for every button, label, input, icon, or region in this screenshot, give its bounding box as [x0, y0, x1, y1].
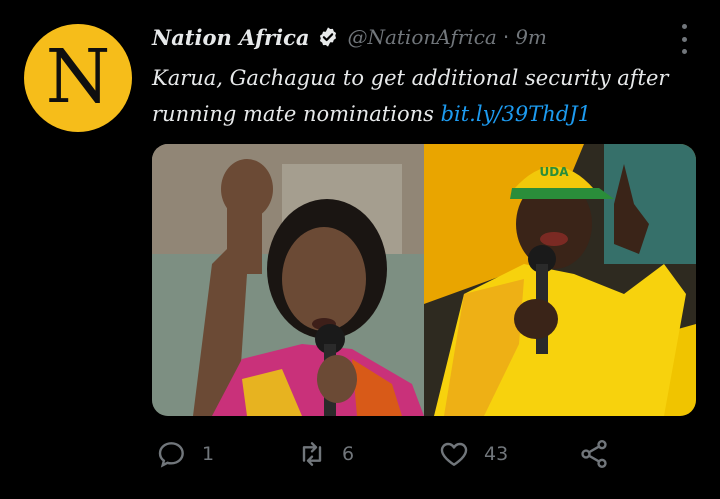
right-photo-illustration: UDA	[424, 144, 696, 416]
account-name[interactable]: Nation Africa	[152, 25, 309, 50]
cap-logo-text: UDA	[540, 165, 570, 179]
reply-icon	[158, 442, 184, 468]
left-photo-woman-speaking[interactable]	[152, 144, 424, 416]
tweet-link[interactable]: bit.ly/39ThdJ1	[441, 102, 591, 126]
like-button[interactable]: 43	[438, 434, 508, 474]
tweet-timestamp[interactable]: 9m	[515, 25, 547, 49]
tweet-actions: 1 6 43	[152, 434, 672, 474]
tweet-text: Karua, Gachagua to get additional securi…	[152, 60, 672, 132]
retweet-button[interactable]: 6	[296, 434, 354, 474]
retweet-icon	[302, 442, 322, 466]
tweet-header: Nation Africa @NationAfrica · 9m	[152, 22, 660, 52]
heart-icon	[440, 442, 468, 466]
avatar-letter: N	[45, 34, 111, 120]
left-photo-illustration	[152, 144, 424, 416]
more-options-icon[interactable]	[678, 24, 690, 54]
reply-button[interactable]: 1	[156, 434, 214, 474]
separator-dot: ·	[502, 25, 510, 49]
right-photo-man-speaking[interactable]: UDA	[424, 144, 696, 416]
tweet-media[interactable]: UDA	[152, 144, 696, 416]
share-icon	[581, 440, 607, 468]
avatar[interactable]: N	[24, 24, 132, 132]
share-button[interactable]	[578, 434, 610, 474]
retweet-count: 6	[342, 443, 355, 465]
reply-count: 1	[202, 443, 215, 465]
verified-badge-icon	[320, 27, 337, 47]
like-count: 43	[484, 443, 509, 465]
account-handle[interactable]: @NationAfrica	[347, 25, 496, 49]
